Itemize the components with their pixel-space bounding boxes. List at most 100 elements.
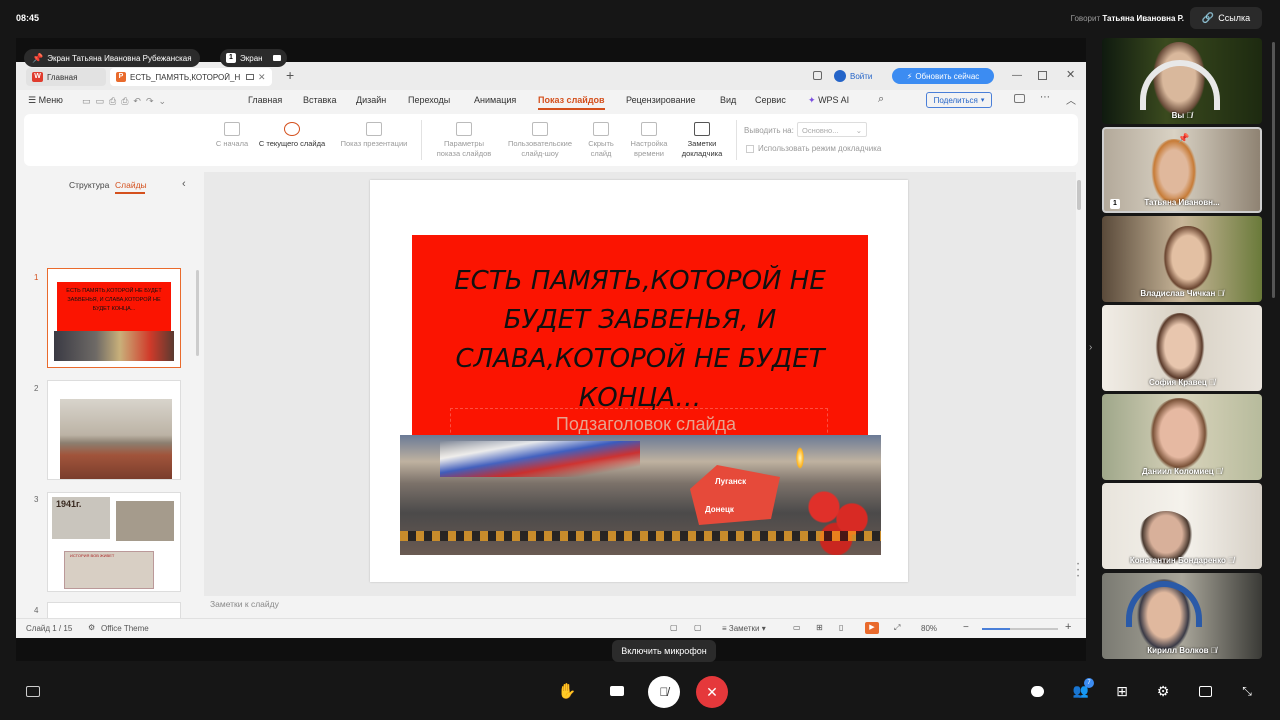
slide-subtitle[interactable]: Подзаголовок слайда	[456, 414, 836, 435]
slide-title[interactable]: ЕСТЬ ПАМЯТЬ,КОТОРОЙ НЕ БУДЕТ ЗАБВЕНЬЯ, И…	[428, 262, 852, 418]
collapse-panel-icon[interactable]: ‹	[182, 178, 186, 190]
ribbon-stripe	[400, 531, 881, 541]
participants-button[interactable]: 👥 7	[1066, 676, 1096, 706]
participant-tile[interactable]: Даниил Коломиец 🎙̸	[1102, 394, 1262, 480]
participant-tile[interactable]: Кирилл Волков 🎙̸	[1102, 573, 1262, 659]
comment-icon[interactable]	[1014, 94, 1025, 103]
play-slideshow-icon[interactable]: ▶	[865, 622, 879, 634]
participants-scrollbar[interactable]	[1272, 42, 1275, 298]
menu-review[interactable]: Рецензирование	[626, 95, 696, 105]
menu-tools[interactable]: Сервис	[755, 95, 786, 105]
custom-slideshow-button[interactable]: Пользовательские слайд-шоу	[500, 122, 580, 159]
screen-share-icon	[26, 685, 40, 697]
participant-tile[interactable]: Владислав Чичкан 🎙̸	[1102, 216, 1262, 302]
zoom-in-button[interactable]: +	[1065, 621, 1071, 633]
hide-slide-button[interactable]: Скрыть слайд	[578, 122, 624, 159]
menu-transitions[interactable]: Переходы	[408, 95, 450, 105]
menu-view[interactable]: Вид	[720, 95, 736, 105]
participant-tile[interactable]: София Кравец 🎙̸	[1102, 305, 1262, 391]
menu-animation[interactable]: Анимация	[474, 95, 516, 105]
participant-name-text: Даниил Коломиец	[1142, 467, 1214, 476]
more-icon[interactable]: ⋯	[1040, 92, 1050, 103]
participant-tile-self[interactable]: Вы 🎙̸	[1102, 38, 1262, 124]
show-presentation-button[interactable]: Показ презентации	[334, 122, 414, 149]
custom-show-icon	[532, 122, 548, 136]
pin-icon[interactable]: 📌	[1178, 133, 1189, 144]
search-icon[interactable]: ⌕	[878, 93, 884, 106]
close-window-button[interactable]: ✕	[1066, 68, 1075, 81]
share-document-button[interactable]: Поделиться ▾	[926, 92, 992, 108]
slide-thumbnail-3[interactable]: 1941г. ИСТОРИЯ ВОВ ЖИВЕТ	[47, 492, 181, 592]
slide-notes[interactable]: Заметки к слайду	[204, 596, 1086, 614]
tab-document[interactable]: P ЕСТЬ_ПАМЯТЬ,КОТОРОЙ_НЕ ✕	[110, 68, 272, 86]
fit-window-icon[interactable]: ⤢	[894, 623, 900, 633]
timing-button[interactable]: Настройка времени	[624, 122, 674, 159]
chat-button[interactable]	[1022, 676, 1052, 706]
menu-home[interactable]: Главная	[248, 95, 282, 105]
normal-view-icon[interactable]: ▭	[793, 623, 801, 632]
presenter-mode-label: Использовать режим докладчика	[758, 144, 882, 153]
settings-button[interactable]: ⚙	[1148, 676, 1178, 706]
share-screen-button[interactable]	[18, 676, 48, 706]
notes-view-button[interactable]: ≡ Заметки ▾	[722, 624, 766, 633]
tab-structure[interactable]: Структура	[69, 180, 109, 190]
from-current-button[interactable]: С текущего слайда	[252, 122, 332, 149]
menu-insert[interactable]: Вставка	[303, 95, 336, 105]
tab-slides[interactable]: Слайды	[115, 180, 147, 190]
chevron-down-icon: ⌄	[855, 126, 862, 135]
link-icon: 🔗	[1201, 12, 1215, 24]
zoom-out-button[interactable]: −	[963, 622, 969, 633]
output-value: Основно...	[802, 126, 839, 135]
slide-counter: Слайд 1 / 15	[26, 624, 73, 633]
mic-toggle-button[interactable]: 🎙̸	[648, 676, 680, 708]
slides-panel: Структура Слайды ‹ 1 ЕСТЬ ПАМЯТЬ,КОТОРОЙ…	[16, 172, 202, 626]
new-tab-button[interactable]: +	[286, 67, 294, 83]
theme-name[interactable]: Office Theme	[101, 624, 149, 633]
comments-toggle-icon[interactable]: ▢	[694, 623, 702, 632]
sorter-view-icon[interactable]: ⊞	[816, 623, 823, 632]
presenter-mode-checkbox[interactable]: Использовать режим докладчика	[746, 144, 881, 153]
link-label: Ссылка	[1218, 13, 1251, 23]
slide-thumbnail-1[interactable]: ЕСТЬ ПАМЯТЬ,КОТОРОЙ НЕ БУДЕТ ЗАБВЕНЬЯ, И…	[47, 268, 181, 368]
quick-access-toolbar[interactable]: ▭▭⎙⎙↶↷⌄	[82, 96, 171, 107]
fullscreen-button[interactable]: ⤡	[1232, 676, 1262, 706]
slide-thumbnail-2[interactable]	[47, 380, 181, 480]
pip-button[interactable]	[1190, 676, 1220, 706]
restore-button[interactable]	[1038, 71, 1047, 80]
canvas-scrollbar[interactable]	[1077, 180, 1081, 210]
mic-tooltip: Включить микрофон	[612, 640, 716, 662]
minimize-button[interactable]: —	[1012, 70, 1022, 81]
slideshow-params-button[interactable]: Параметры показа слайдов	[424, 122, 504, 159]
play-current-icon	[284, 122, 300, 136]
tab-home[interactable]: W Главная	[26, 68, 106, 86]
layout-grid-button[interactable]: ⊞	[1107, 676, 1137, 706]
mic-off-icon: 🎙̸	[1217, 289, 1224, 298]
participant-name: Вы 🎙̸	[1102, 111, 1262, 120]
update-now-button[interactable]: ⚡ Обновить сейчас	[892, 68, 994, 84]
zoom-level[interactable]: 80%	[921, 624, 937, 633]
output-select[interactable]: Основно... ⌄	[797, 122, 867, 137]
menu-wps-ai[interactable]: ✦ WPS AI	[808, 95, 849, 106]
raise-hand-button[interactable]: ✋	[552, 676, 582, 706]
collapse-ribbon-icon[interactable]: ︿	[1066, 92, 1076, 107]
menu-design[interactable]: Дизайн	[356, 95, 386, 105]
hang-up-button[interactable]: ✕	[696, 676, 728, 708]
participant-tile[interactable]: Константин Бондаренко 🎙̸	[1102, 483, 1262, 569]
window-icon[interactable]	[813, 71, 822, 80]
participant-tile-teacher[interactable]: 📌 1 Татьяна Ивановн...	[1102, 127, 1262, 213]
flowers	[800, 475, 880, 555]
speaker-notes-button[interactable]: Заметки докладчика	[676, 122, 728, 159]
login-button[interactable]: Войти	[834, 68, 872, 84]
main-menu-button[interactable]: ☰ Меню	[28, 95, 63, 106]
camera-button[interactable]	[602, 676, 632, 706]
reading-view-icon[interactable]: ▯	[839, 623, 843, 632]
slide-nav-dots[interactable]: • • •	[1077, 562, 1079, 580]
copy-link-button[interactable]: 🔗 Ссылка	[1190, 7, 1262, 29]
close-tab-icon[interactable]: ✕	[258, 72, 266, 83]
panel-scrollbar[interactable]	[196, 270, 199, 356]
expand-participants-icon[interactable]: ›	[1089, 342, 1092, 353]
pin-icon[interactable]: 📌	[32, 53, 43, 64]
notes-toggle-icon[interactable]: ▢	[670, 623, 678, 632]
screen-pill[interactable]: 1 Экран	[220, 49, 287, 67]
menu-slideshow[interactable]: Показ слайдов	[538, 95, 605, 110]
